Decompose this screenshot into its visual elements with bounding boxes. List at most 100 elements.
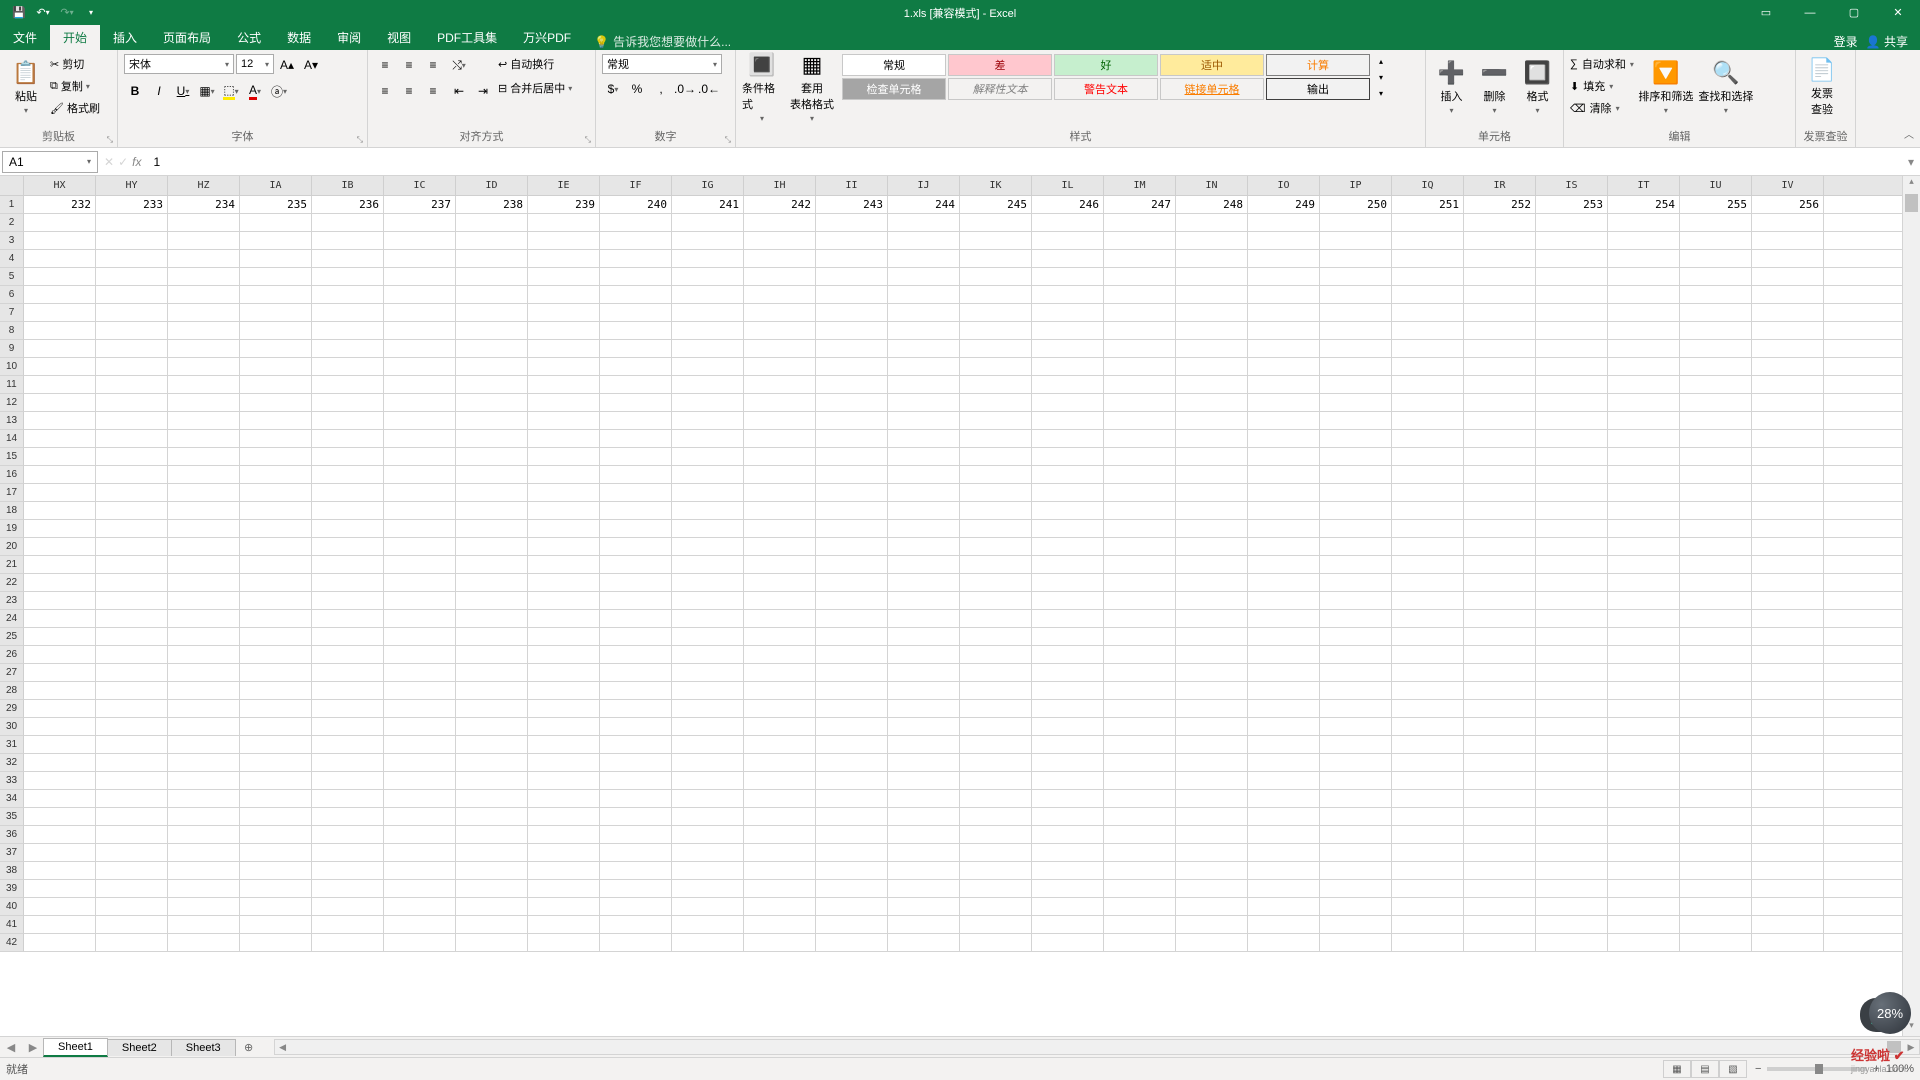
cell[interactable] xyxy=(24,628,96,646)
cell[interactable] xyxy=(888,664,960,682)
cell[interactable] xyxy=(24,286,96,304)
cell[interactable] xyxy=(1104,790,1176,808)
cell[interactable] xyxy=(1032,538,1104,556)
cell[interactable] xyxy=(240,700,312,718)
sheet-nav-next[interactable]: ▶ xyxy=(22,1041,44,1054)
name-box[interactable]: A1▾ xyxy=(2,151,98,173)
cell[interactable] xyxy=(672,484,744,502)
insert-cells-button[interactable]: ➕插入▾ xyxy=(1432,52,1471,122)
cell[interactable] xyxy=(1608,520,1680,538)
cell[interactable] xyxy=(1680,826,1752,844)
cell[interactable]: 237 xyxy=(384,196,456,214)
cell[interactable] xyxy=(528,214,600,232)
cell[interactable] xyxy=(1176,808,1248,826)
cell[interactable] xyxy=(384,538,456,556)
fx-button[interactable]: fx xyxy=(132,155,141,169)
cell[interactable] xyxy=(1320,934,1392,952)
cell[interactable] xyxy=(456,718,528,736)
cell[interactable] xyxy=(1752,700,1824,718)
style-bad[interactable]: 差 xyxy=(948,54,1052,76)
cell[interactable]: 243 xyxy=(816,196,888,214)
cell[interactable] xyxy=(1176,394,1248,412)
cell[interactable] xyxy=(1752,340,1824,358)
cell[interactable] xyxy=(1392,520,1464,538)
cell[interactable] xyxy=(888,448,960,466)
cell[interactable] xyxy=(1392,934,1464,952)
cell[interactable] xyxy=(816,880,888,898)
wrap-text-button[interactable]: ↩自动换行 xyxy=(498,54,572,74)
cell[interactable] xyxy=(1248,844,1320,862)
cell[interactable] xyxy=(960,664,1032,682)
cell[interactable] xyxy=(600,646,672,664)
cell[interactable] xyxy=(240,592,312,610)
cell[interactable] xyxy=(960,844,1032,862)
cell[interactable] xyxy=(312,574,384,592)
cell[interactable] xyxy=(1536,736,1608,754)
cell[interactable] xyxy=(672,664,744,682)
row-header[interactable]: 23 xyxy=(0,592,24,610)
cell[interactable]: 233 xyxy=(96,196,168,214)
cell[interactable] xyxy=(1032,502,1104,520)
phonetic-button[interactable]: ⓐ▾ xyxy=(268,80,290,102)
cell[interactable] xyxy=(1536,916,1608,934)
cell[interactable] xyxy=(744,934,816,952)
cell[interactable] xyxy=(888,232,960,250)
cell[interactable] xyxy=(672,610,744,628)
cell[interactable] xyxy=(168,790,240,808)
row-header[interactable]: 1 xyxy=(0,196,24,214)
cell[interactable] xyxy=(888,772,960,790)
cell[interactable] xyxy=(24,430,96,448)
cell[interactable] xyxy=(600,538,672,556)
cell[interactable] xyxy=(672,916,744,934)
cell[interactable] xyxy=(1392,700,1464,718)
style-normal[interactable]: 常规 xyxy=(842,54,946,76)
cell[interactable] xyxy=(1680,556,1752,574)
cell[interactable] xyxy=(240,394,312,412)
cell[interactable] xyxy=(1176,844,1248,862)
zoom-out[interactable]: − xyxy=(1755,1063,1761,1075)
cell[interactable] xyxy=(1392,682,1464,700)
cell[interactable] xyxy=(1680,376,1752,394)
cell[interactable]: 235 xyxy=(240,196,312,214)
cell[interactable] xyxy=(888,466,960,484)
cell[interactable] xyxy=(600,412,672,430)
cell[interactable] xyxy=(168,592,240,610)
cell[interactable] xyxy=(168,358,240,376)
qat-customize[interactable]: ▾ xyxy=(80,2,102,24)
cell[interactable] xyxy=(816,502,888,520)
cell[interactable] xyxy=(1248,574,1320,592)
cell[interactable] xyxy=(1248,916,1320,934)
cell[interactable]: 238 xyxy=(456,196,528,214)
valign-bot[interactable]: ≡ xyxy=(422,54,444,76)
cell[interactable] xyxy=(888,376,960,394)
cell[interactable] xyxy=(240,520,312,538)
cell[interactable] xyxy=(1680,304,1752,322)
cell[interactable] xyxy=(1032,826,1104,844)
cell[interactable] xyxy=(456,286,528,304)
cell[interactable] xyxy=(1392,664,1464,682)
cell[interactable] xyxy=(960,718,1032,736)
cell[interactable] xyxy=(600,826,672,844)
cell[interactable] xyxy=(456,502,528,520)
cell[interactable] xyxy=(1176,538,1248,556)
cell[interactable] xyxy=(168,268,240,286)
cell[interactable] xyxy=(1752,214,1824,232)
cell[interactable] xyxy=(1752,664,1824,682)
cell[interactable] xyxy=(1248,538,1320,556)
cell[interactable] xyxy=(1752,502,1824,520)
cell[interactable] xyxy=(384,214,456,232)
cell[interactable] xyxy=(456,916,528,934)
sheet-tab-1[interactable]: Sheet1 xyxy=(43,1038,108,1057)
cell[interactable] xyxy=(672,790,744,808)
column-header[interactable]: IO xyxy=(1248,176,1320,196)
cell[interactable] xyxy=(96,574,168,592)
find-select-button[interactable]: 🔍查找和选择▾ xyxy=(1698,52,1754,122)
cell[interactable] xyxy=(600,700,672,718)
cell[interactable] xyxy=(96,520,168,538)
cell[interactable] xyxy=(1032,592,1104,610)
cell[interactable] xyxy=(600,736,672,754)
cell[interactable] xyxy=(816,340,888,358)
row-header[interactable]: 10 xyxy=(0,358,24,376)
cell[interactable] xyxy=(1032,574,1104,592)
cell[interactable] xyxy=(1320,808,1392,826)
